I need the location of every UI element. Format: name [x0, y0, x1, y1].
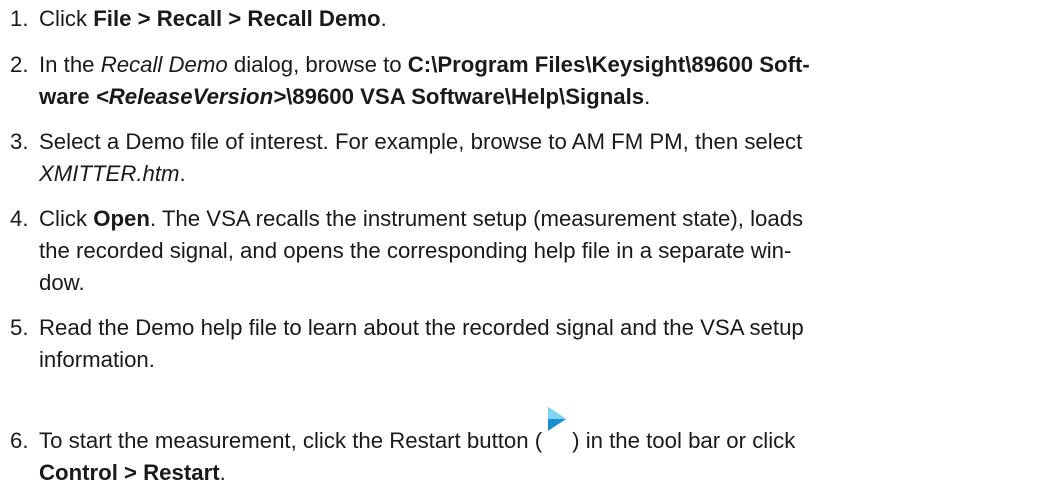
- procedure-document: 1. Click File > Recall > Recall Demo. 2.…: [0, 0, 1056, 504]
- text: .: [219, 460, 226, 485]
- text: .: [644, 84, 651, 109]
- text: Click: [39, 206, 94, 231]
- step-number: 4.: [10, 206, 29, 231]
- file-name: XMITTER.htm: [39, 161, 180, 186]
- menu-path: File > Recall > Recall Demo: [93, 6, 381, 31]
- step-1-line: Click File > Recall > Recall Demo.: [39, 3, 1052, 35]
- step-3: 3. Select a Demo file of interest. For e…: [0, 126, 1052, 190]
- step-3-line-2: XMITTER.htm.: [39, 158, 1052, 190]
- step-2-line-2: ware <ReleaseVersion>\89600 VSA Software…: [39, 81, 1052, 113]
- release-version-placeholder: <ReleaseVersion>: [95, 84, 287, 109]
- step-number: 5.: [10, 315, 29, 340]
- step-2: 2. In the Recall Demo dialog, browse to …: [0, 49, 1052, 113]
- step-number: 1.: [10, 6, 29, 31]
- text: dialog, browse to: [227, 52, 408, 77]
- folder-path: ware: [39, 84, 96, 109]
- step-5-line-1: Read the Demo help file to learn about t…: [39, 315, 804, 340]
- menu-path: Control > Restart: [39, 460, 220, 485]
- dialog-name: Recall Demo: [100, 52, 228, 77]
- text: .: [179, 161, 186, 186]
- restart-play-icon: [542, 407, 572, 455]
- step-4-line-2: the recorded signal, and opens the corre…: [39, 238, 792, 263]
- step-4: 4. Click Open. The VSA recalls the instr…: [0, 203, 1052, 299]
- text: Click: [39, 6, 94, 31]
- step-number: 2.: [10, 52, 29, 77]
- text: .: [380, 6, 387, 31]
- step-2-line-1: In the Recall Demo dialog, browse to C:\…: [39, 49, 1052, 81]
- step-6-line-2: Control > Restart.: [39, 457, 1052, 489]
- step-5: 5. Read the Demo help file to learn abou…: [0, 312, 1052, 376]
- step-4-line-3: dow.: [39, 270, 85, 295]
- folder-path: \89600 VSA Software\Help\Signals: [286, 84, 645, 109]
- text: . The VSA recalls the instrument setup (…: [149, 206, 804, 231]
- step-number: 6.: [10, 428, 29, 453]
- step-6-line-1: To start the measurement, click the Rest…: [39, 407, 1052, 457]
- text: ) in the tool bar or click: [572, 428, 796, 453]
- step-4-line-1: Click Open. The VSA recalls the instrume…: [39, 203, 1052, 235]
- text: In the: [39, 52, 101, 77]
- folder-path: C:\Program Files\Keysight\89600 Soft-: [407, 52, 810, 77]
- open-button-name: Open: [93, 206, 150, 231]
- step-1: 1. Click File > Recall > Recall Demo.: [0, 3, 1052, 35]
- step-6: 6. To start the measurement, click the R…: [0, 407, 1052, 489]
- step-5-line-2: information.: [39, 347, 155, 372]
- step-3-line-1: Select a Demo file of interest. For exam…: [39, 129, 803, 154]
- step-number: 3.: [10, 129, 29, 154]
- text: To start the measurement, click the Rest…: [39, 428, 543, 453]
